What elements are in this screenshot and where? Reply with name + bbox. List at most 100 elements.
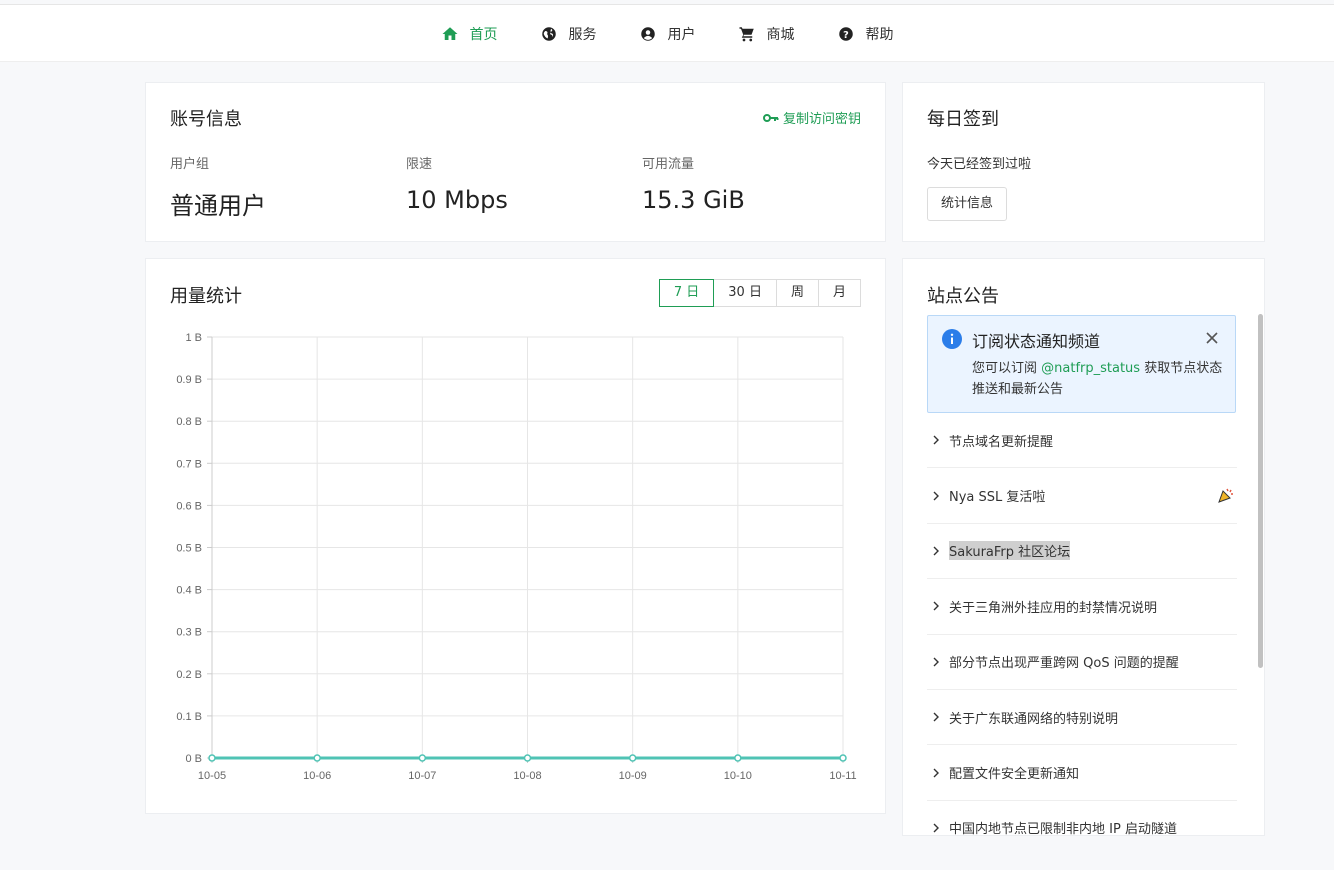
statistics-button[interactable]: 统计信息 bbox=[927, 187, 1008, 221]
notice-item[interactable]: 中国内地节点已限制非内地 IP 启动隧道 bbox=[927, 801, 1237, 836]
notice-item[interactable]: 关于广东联通网络的特别说明 bbox=[927, 690, 1237, 746]
chevron-right-icon bbox=[933, 491, 939, 501]
y-tick-label: 0.8 B bbox=[176, 416, 202, 428]
alert-body-prefix: 您可以订阅 bbox=[972, 361, 1042, 376]
notice-item-label: Nya SSL 复活啦 bbox=[949, 490, 1046, 506]
y-tick-label: 0.1 B bbox=[176, 711, 202, 723]
data-point bbox=[628, 754, 637, 762]
y-tick-label: 0.3 B bbox=[176, 627, 202, 639]
site-notices-card: 站点公告 订阅状态通知频道 您可以订阅 @natfrp_status 获取节点状… bbox=[902, 258, 1265, 836]
nav-item-services[interactable]: 服务 bbox=[540, 24, 597, 44]
nav-item-home[interactable]: 首页 bbox=[441, 24, 498, 44]
notice-item-label: 关于三角洲外挂应用的封禁情况说明 bbox=[949, 600, 1158, 616]
notice-item-label: 节点域名更新提醒 bbox=[949, 434, 1054, 450]
chevron-right-icon bbox=[933, 712, 939, 722]
top-navbar: 首页 服务 用户 商城 ? 帮助 bbox=[0, 4, 1334, 62]
x-tick-label: 10-10 bbox=[724, 770, 752, 782]
chevron-right-icon bbox=[933, 768, 939, 778]
notice-item[interactable]: 部分节点出现严重跨网 QoS 问题的提醒 bbox=[927, 635, 1237, 690]
y-tick-label: 0.7 B bbox=[176, 458, 202, 470]
notice-item-label: 关于广东联通网络的特别说明 bbox=[949, 711, 1119, 727]
x-tick-label: 10-07 bbox=[408, 770, 436, 782]
party-icon bbox=[1218, 489, 1233, 504]
account-info-card: 账号信息 复制访问密钥 用户组 普通用户 限速 10 Mbps 可用流量 15.… bbox=[145, 82, 886, 242]
x-tick-label: 10-09 bbox=[619, 770, 647, 782]
chevron-right-icon bbox=[933, 601, 939, 611]
usage-line-chart: 0 B 0.1 B 0.2 B 0.3 B 0.4 B 0.5 B 0.6 B 0.7 B 0.… bbox=[176, 332, 856, 782]
y-tick-label: 0.4 B bbox=[176, 585, 202, 597]
nav-label: 帮助 bbox=[865, 27, 894, 43]
stat-value: 普通用户 bbox=[170, 192, 266, 220]
status-channel-link[interactable]: @natfrp_status bbox=[1041, 361, 1140, 376]
y-tick-label: 0.2 B bbox=[176, 669, 202, 681]
cart-icon bbox=[739, 27, 754, 42]
notice-item[interactable]: Nya SSL 复活啦 bbox=[927, 468, 1237, 524]
alert-body: 您可以订阅 @natfrp_status 获取节点状态推送和最新公告 bbox=[972, 358, 1228, 400]
home-icon bbox=[442, 27, 457, 40]
nav-item-user[interactable]: 用户 bbox=[639, 24, 696, 44]
stat-label: 用户组 bbox=[170, 157, 210, 172]
notice-list: 节点域名更新提醒 Nya SSL 复活啦 SakuraFrp 社区论坛关于三角洲外挂… bbox=[927, 413, 1237, 836]
user-circle-icon bbox=[640, 27, 655, 41]
info-icon bbox=[942, 329, 962, 349]
nav-label: 用户 bbox=[667, 27, 696, 43]
notice-item-label: 部分节点出现严重跨网 QoS 问题的提醒 bbox=[949, 656, 1179, 672]
notice-title: 站点公告 bbox=[927, 286, 999, 307]
notice-item-label: SakuraFrp 社区论坛 bbox=[949, 541, 1071, 561]
stat-label: 可用流量 bbox=[642, 157, 695, 172]
chevron-right-icon bbox=[933, 823, 939, 833]
x-tick-label: 10-11 bbox=[829, 770, 856, 782]
notice-scrollbar[interactable] bbox=[1258, 314, 1263, 668]
data-point bbox=[418, 754, 427, 762]
data-point bbox=[734, 754, 742, 762]
y-tick-label: 0 B bbox=[185, 753, 202, 765]
globe-icon bbox=[541, 27, 556, 41]
subscribe-alert: 订阅状态通知频道 您可以订阅 @natfrp_status 获取节点状态推送和最… bbox=[927, 315, 1236, 413]
close-icon[interactable] bbox=[1205, 331, 1219, 345]
daily-checkin-card: 每日签到 今天已经签到过啦 统计信息 bbox=[902, 82, 1265, 242]
notice-item[interactable]: 节点域名更新提醒 bbox=[927, 413, 1237, 469]
data-point bbox=[208, 754, 216, 762]
nav-label: 商城 bbox=[766, 27, 795, 43]
stat-user-group: 用户组 普通用户 bbox=[170, 153, 266, 221]
data-point bbox=[313, 754, 321, 762]
data-point bbox=[839, 754, 847, 762]
help-circle-icon: ? bbox=[838, 27, 853, 41]
nav-item-shop[interactable]: 商城 bbox=[738, 24, 795, 44]
x-tick-label: 10-08 bbox=[513, 770, 541, 782]
alert-title: 订阅状态通知频道 bbox=[972, 332, 1101, 351]
nav-item-help[interactable]: ? 帮助 bbox=[837, 24, 894, 44]
x-tick-label: 10-06 bbox=[303, 770, 331, 782]
x-tick-label: 10-05 bbox=[198, 770, 226, 782]
key-icon bbox=[762, 113, 779, 122]
chevron-right-icon bbox=[933, 546, 939, 556]
stat-available-traffic: 可用流量 15.3 GiB bbox=[642, 153, 745, 214]
usage-stats-card: 用量统计 7 日 30 日 周 月 0 B 0.1 B 0.2 B 0.3 B 0.4 … bbox=[145, 258, 886, 814]
notice-item-label: 中国内地节点已限制非内地 IP 启动隧道 bbox=[949, 822, 1177, 836]
account-title: 账号信息 bbox=[170, 109, 242, 130]
main-nav: 首页 服务 用户 商城 ? 帮助 bbox=[0, 5, 1334, 63]
y-tick-label: 1 B bbox=[185, 332, 202, 344]
stat-label: 限速 bbox=[406, 157, 433, 172]
notice-item[interactable]: SakuraFrp 社区论坛 bbox=[927, 524, 1237, 580]
chevron-right-icon bbox=[933, 657, 939, 667]
y-tick-label: 0.5 B bbox=[176, 543, 202, 555]
svg-text:?: ? bbox=[843, 30, 849, 41]
checkin-status-text: 今天已经签到过啦 bbox=[927, 157, 1032, 172]
y-tick-label: 0.6 B bbox=[176, 500, 202, 512]
y-tick-label: 0.9 B bbox=[176, 374, 202, 386]
checkin-title: 每日签到 bbox=[927, 109, 999, 130]
stat-speed-limit: 限速 10 Mbps bbox=[406, 153, 508, 214]
nav-label: 首页 bbox=[469, 27, 498, 43]
stat-value: 15.3 GiB bbox=[642, 186, 745, 214]
chevron-right-icon bbox=[933, 435, 939, 445]
data-point bbox=[523, 754, 532, 762]
copy-key-label: 复制访问密钥 bbox=[782, 112, 861, 127]
notice-item[interactable]: 关于三角洲外挂应用的封禁情况说明 bbox=[927, 579, 1237, 635]
nav-label: 服务 bbox=[568, 27, 597, 43]
notice-item[interactable]: 配置文件安全更新通知 bbox=[927, 745, 1237, 801]
notice-item-label: 配置文件安全更新通知 bbox=[949, 767, 1080, 783]
copy-access-key-button[interactable]: 复制访问密钥 bbox=[762, 108, 861, 127]
range-7d-button[interactable]: 7 日 bbox=[658, 279, 715, 307]
stat-value: 10 Mbps bbox=[406, 186, 508, 214]
